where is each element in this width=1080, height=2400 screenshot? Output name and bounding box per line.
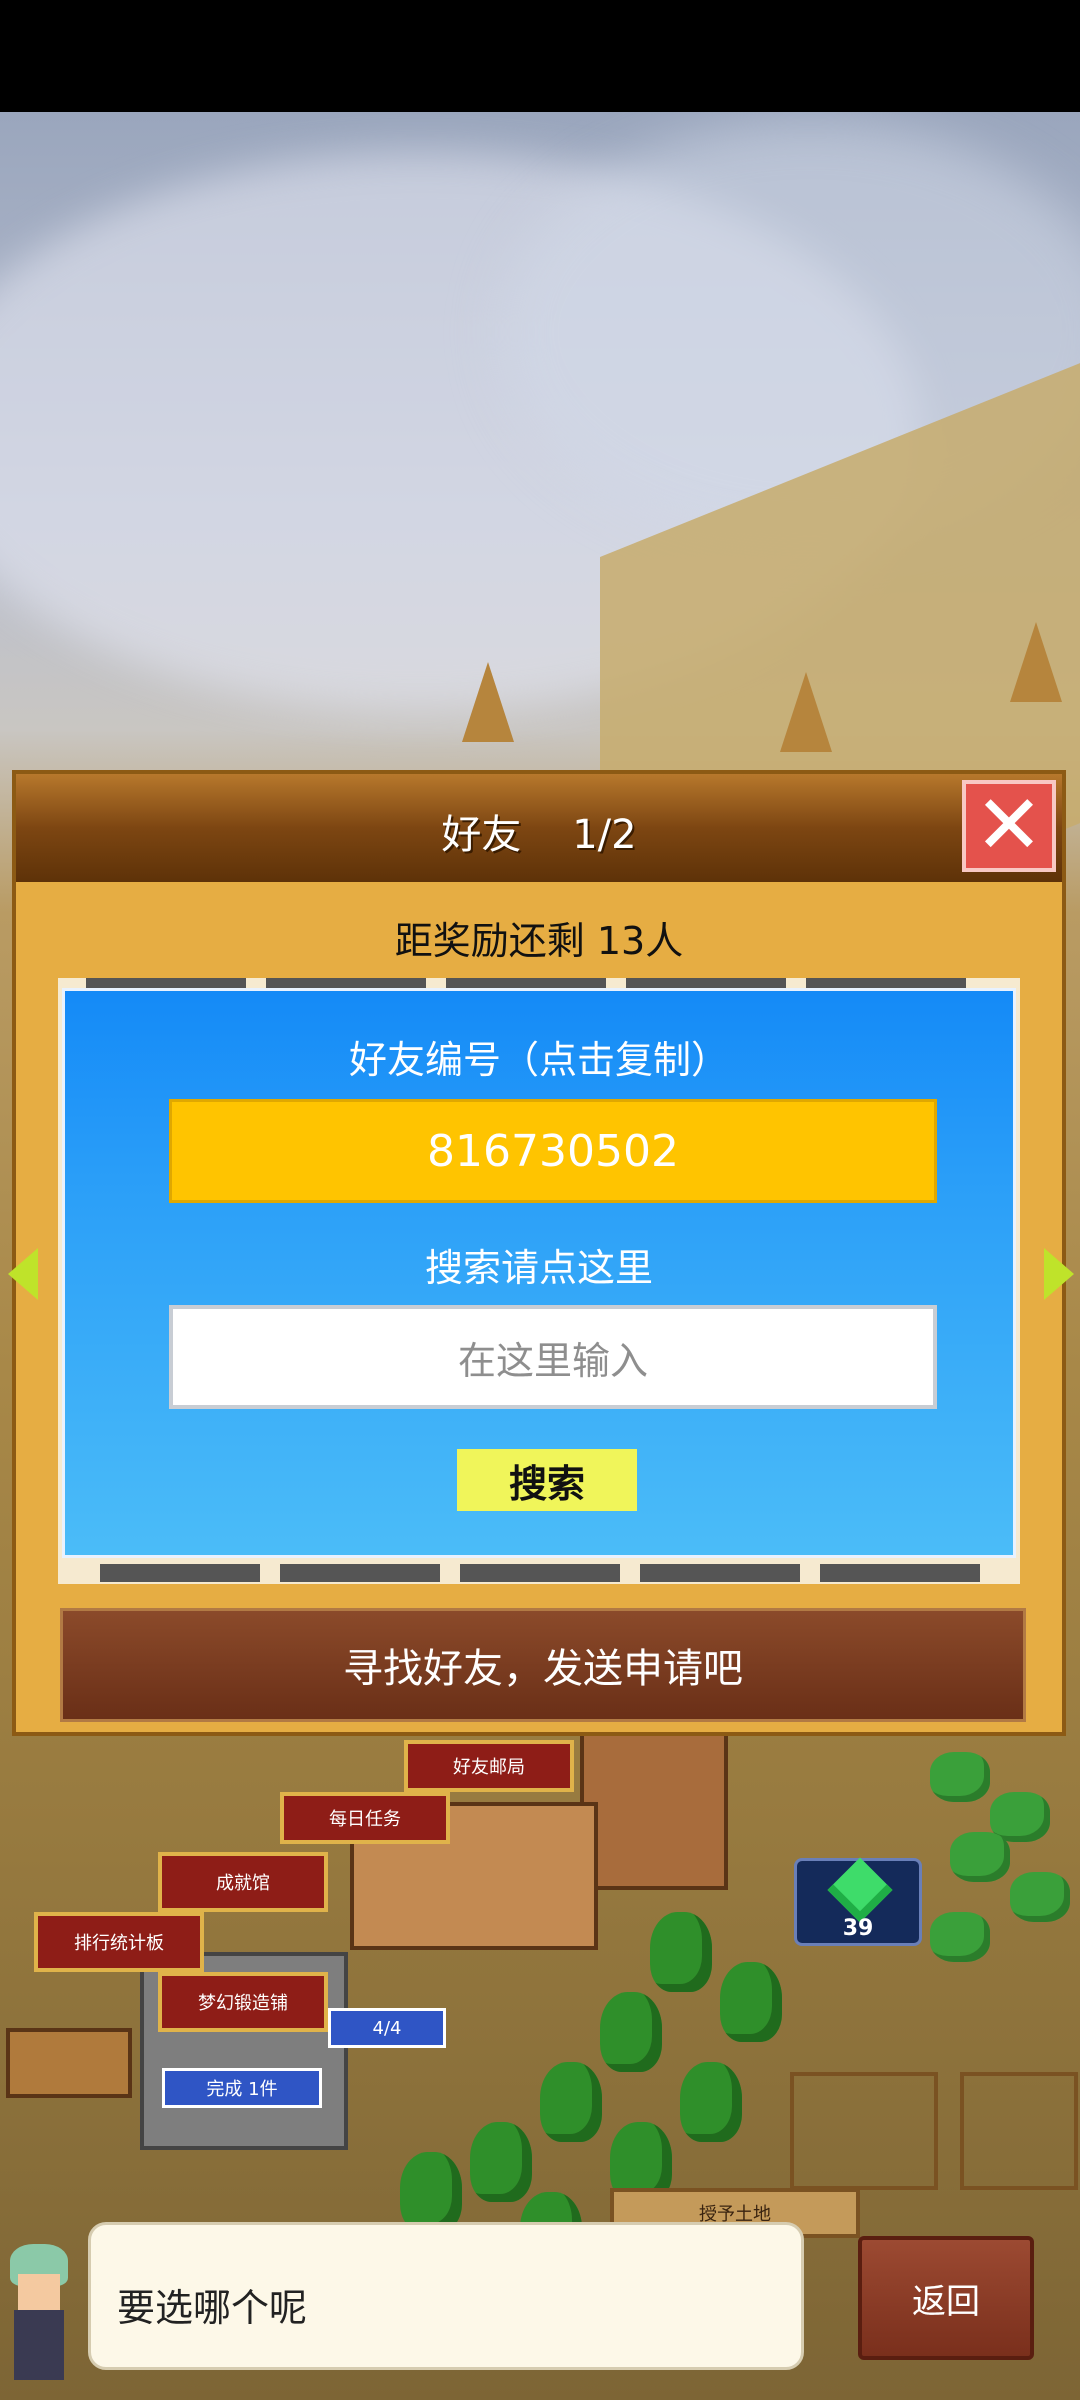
sign-dream-forge[interactable]: 梦幻锻造铺 xyxy=(158,1972,328,2032)
friend-id-label: 好友编号（点击复制） xyxy=(348,1038,729,1082)
gem-icon xyxy=(827,1857,893,1923)
find-friends-button[interactable]: 寻找好友，发送申请吧 xyxy=(60,1608,1026,1722)
gem-counter[interactable]: 39 xyxy=(794,1857,922,1946)
construction-site[interactable] xyxy=(790,2072,938,2190)
sign-friend-post[interactable]: 好友邮局 xyxy=(404,1740,574,1792)
friends-dialog: 好友 1/2 ✕ 距奖励还剩 13人 好友编号（点击复制） 816730502 … xyxy=(8,770,1074,1736)
avatar-face xyxy=(18,2274,60,2310)
slot xyxy=(640,1564,800,1582)
mountain xyxy=(462,662,514,742)
prev-page-arrow-icon[interactable] xyxy=(8,1248,38,1300)
gem-count: 39 xyxy=(842,1916,874,1941)
avatar-body xyxy=(14,2310,64,2380)
close-button[interactable]: ✕ xyxy=(962,780,1056,872)
construction-site[interactable] xyxy=(960,2072,1078,2190)
status-bar xyxy=(0,0,1080,112)
sign-ranking-board[interactable]: 排行统计板 xyxy=(34,1912,204,1972)
mountain xyxy=(780,672,832,752)
slot xyxy=(280,1564,440,1582)
friend-id-copy[interactable]: 816730502 xyxy=(169,1099,937,1203)
tree xyxy=(600,1992,662,2072)
slot xyxy=(100,1564,260,1582)
speech-bubble: 要选哪个呢 xyxy=(88,2222,804,2370)
friend-search-input[interactable]: 在这里输入 xyxy=(169,1305,937,1409)
slot xyxy=(460,1564,620,1582)
friend-panel: 好友编号（点击复制） 816730502 搜索请点这里 在这里输入 搜索 xyxy=(62,988,1016,1558)
tree xyxy=(540,2062,602,2142)
house[interactable] xyxy=(580,1732,728,1890)
dialog-title: 好友 1/2 xyxy=(441,812,637,858)
next-page-arrow-icon[interactable] xyxy=(1044,1248,1074,1300)
tree xyxy=(470,2122,532,2202)
close-icon: ✕ xyxy=(974,778,1044,873)
bush xyxy=(1010,1872,1070,1922)
back-button[interactable]: 返回 xyxy=(858,2236,1034,2360)
speech-text: 要选哪个呢 xyxy=(117,2286,308,2330)
tree xyxy=(680,2062,742,2142)
tree xyxy=(720,1962,782,2042)
sign-daily-task[interactable]: 每日任务 xyxy=(280,1792,450,1844)
complete-badge[interactable]: 完成 1件 xyxy=(162,2068,322,2108)
mountain xyxy=(1010,622,1062,702)
progress-badge: 4/4 xyxy=(328,2008,446,2048)
slot xyxy=(820,1564,980,1582)
sign-achievement-hall[interactable]: 成就馆 xyxy=(158,1852,328,1912)
search-button[interactable]: 搜索 xyxy=(457,1449,637,1511)
bush xyxy=(930,1912,990,1962)
bush xyxy=(930,1752,990,1802)
bush xyxy=(950,1832,1010,1882)
tree xyxy=(400,2152,462,2232)
dialog-header: 好友 1/2 ✕ xyxy=(16,774,1062,882)
search-label: 搜索请点这里 xyxy=(424,1246,653,1290)
advisor-avatar xyxy=(0,2234,78,2384)
wooden-board xyxy=(6,2028,132,2098)
tree xyxy=(650,1912,712,1992)
reward-remaining: 距奖励还剩 13人 xyxy=(394,919,684,963)
